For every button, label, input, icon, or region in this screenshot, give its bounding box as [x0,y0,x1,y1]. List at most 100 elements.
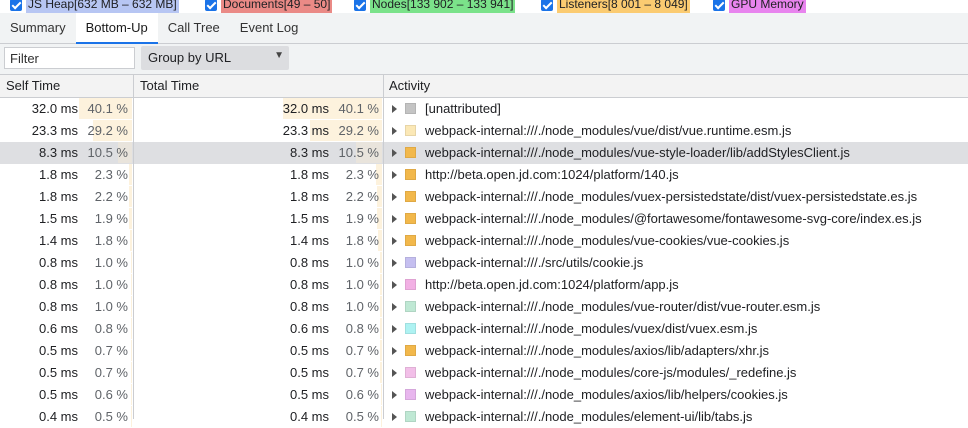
expand-triangle-icon[interactable] [392,325,397,333]
self-time-bar [131,384,132,405]
self-time-percent: 1.8 % [94,233,128,248]
checkbox-checked-icon[interactable] [354,0,366,11]
expand-triangle-icon[interactable] [392,193,397,201]
self-time-bar [131,274,132,295]
total-time-percent: 1.0 % [345,255,379,270]
table-row[interactable]: 0.5 ms 0.7 % 0.5 ms 0.7 % webpack-internal:/… [0,362,968,384]
total-time-percent: 1.0 % [345,277,379,292]
expand-triangle-icon[interactable] [392,149,397,157]
column-activity[interactable]: Activity [389,75,430,97]
total-time-value: 0.8 ms [289,299,329,314]
column-divider[interactable] [133,75,134,419]
table-row[interactable]: 0.8 ms 1.0 % 0.8 ms 1.0 % webpack-internal:/… [0,252,968,274]
expand-triangle-icon[interactable] [392,347,397,355]
self-time-value: 0.5 ms [38,365,78,380]
self-time-value: 0.8 ms [38,299,78,314]
tab-call-tree[interactable]: Call Tree [158,13,230,43]
self-time-bar [131,318,132,339]
tab-bottom-up[interactable]: Bottom-Up [75,13,158,44]
total-time-value: 8.3 ms [289,145,329,160]
expand-triangle-icon[interactable] [392,215,397,223]
self-time-percent: 40.1 % [87,101,128,116]
filter-input[interactable] [4,47,135,69]
total-time-value: 0.5 ms [289,365,329,380]
category-swatch-icon [405,367,416,378]
total-time-value: 32.0 ms [282,101,329,116]
self-time-value: 1.8 ms [38,189,78,204]
self-time-value: 0.5 ms [38,343,78,358]
self-time-percent: 10.5 % [87,145,128,160]
total-time-percent: 40.1 % [338,101,379,116]
expand-triangle-icon[interactable] [392,171,397,179]
total-time-bar [380,296,382,317]
expand-triangle-icon[interactable] [392,391,397,399]
self-time-bar [131,362,132,383]
self-time-percent: 0.7 % [94,343,128,358]
expand-triangle-icon[interactable] [392,105,397,113]
total-time-bar [380,362,382,383]
table-row[interactable]: 1.5 ms 1.9 % 1.5 ms 1.9 % webpack-internal:/… [0,208,968,230]
counter-toggle[interactable]: Documents[49 – 50] [205,0,333,13]
table-row[interactable]: 1.4 ms 1.8 % 1.4 ms 1.8 % webpack-internal:/… [0,230,968,252]
checkbox-checked-icon[interactable] [541,0,553,11]
table-row[interactable]: 0.4 ms 0.5 % 0.4 ms 0.5 % webpack-internal:/… [0,406,968,428]
expand-triangle-icon[interactable] [392,369,397,377]
self-time-value: 1.4 ms [38,233,78,248]
self-time-value: 1.5 ms [38,211,78,226]
table-row[interactable]: 8.3 ms 10.5 % 8.3 ms 10.5 % webpack-internal… [0,142,968,164]
self-time-value: 1.8 ms [38,167,78,182]
table-row[interactable]: 23.3 ms 29.2 % 23.3 ms 29.2 % webpack-intern… [0,120,968,142]
expand-triangle-icon[interactable] [392,281,397,289]
table-row[interactable]: 0.5 ms 0.7 % 0.5 ms 0.7 % webpack-internal:/… [0,340,968,362]
table-row[interactable]: 32.0 ms 40.1 % 32.0 ms 40.1 % [unattributed] [0,98,968,120]
table-row[interactable]: 0.6 ms 0.8 % 0.6 ms 0.8 % webpack-internal:/… [0,318,968,340]
activity-url: http://beta.open.jd.com:1024/platform/ap… [425,277,679,292]
column-total-time[interactable]: Total Time [140,75,199,97]
counter-toggle[interactable]: Nodes[133 902 – 133 941] [354,0,516,13]
category-swatch-icon [405,257,416,268]
total-time-value: 0.8 ms [289,277,329,292]
category-swatch-icon [405,169,416,180]
table-row[interactable]: 0.8 ms 1.0 % 0.8 ms 1.0 % webpack-internal:/… [0,296,968,318]
expand-triangle-icon[interactable] [392,303,397,311]
table-row[interactable]: 1.8 ms 2.3 % 1.8 ms 2.3 % http://beta.open.j… [0,164,968,186]
checkbox-checked-icon[interactable] [205,0,217,11]
total-time-value: 1.5 ms [289,211,329,226]
total-time-value: 0.8 ms [289,255,329,270]
total-time-value: 1.4 ms [289,233,329,248]
expand-triangle-icon[interactable] [392,259,397,267]
total-time-percent: 0.7 % [345,343,379,358]
group-by-select[interactable]: Group by URL ▼ [141,46,289,70]
activity-url: webpack-internal:///./node_modules/axios… [425,387,788,402]
category-swatch-icon [405,213,416,224]
total-time-bar [381,406,382,427]
activity-url: webpack-internal:///./node_modules/eleme… [425,409,753,424]
checkbox-checked-icon[interactable] [713,0,725,11]
expand-triangle-icon[interactable] [392,237,397,245]
expand-triangle-icon[interactable] [392,413,397,421]
self-time-bar [131,296,132,317]
total-time-value: 1.8 ms [289,189,329,204]
self-time-value: 23.3 ms [31,123,78,138]
counter-toggle[interactable]: Listeners[8 001 – 8 049] [541,0,690,13]
expand-triangle-icon[interactable] [392,127,397,135]
table-row[interactable]: 1.8 ms 2.2 % 1.8 ms 2.2 % webpack-internal:/… [0,186,968,208]
counter-toggle[interactable]: GPU Memory [713,0,806,13]
activity-url: [unattributed] [425,101,501,116]
self-time-value: 0.4 ms [38,409,78,424]
column-self-time[interactable]: Self Time [6,75,60,97]
activity-url: webpack-internal:///./node_modules/vue-s… [425,145,850,160]
checkbox-checked-icon[interactable] [10,0,22,11]
column-divider[interactable] [383,75,384,419]
tab-summary[interactable]: Summary [0,13,76,43]
category-swatch-icon [405,301,416,312]
counter-toggle[interactable]: JS Heap[632 MB – 632 MB] [10,0,179,13]
table-row[interactable]: 0.8 ms 1.0 % 0.8 ms 1.0 % http://beta.open.j… [0,274,968,296]
category-swatch-icon [405,323,416,334]
activity-url: webpack-internal:///./node_modules/vuex/… [425,321,758,336]
activity-url: webpack-internal:///./node_modules/vue-r… [425,299,821,314]
self-time-bar [129,186,132,207]
tab-event-log[interactable]: Event Log [230,13,309,43]
activity-url: webpack-internal:///./node_modules/vue/d… [425,123,792,138]
table-row[interactable]: 0.5 ms 0.6 % 0.5 ms 0.6 % webpack-internal:/… [0,384,968,406]
